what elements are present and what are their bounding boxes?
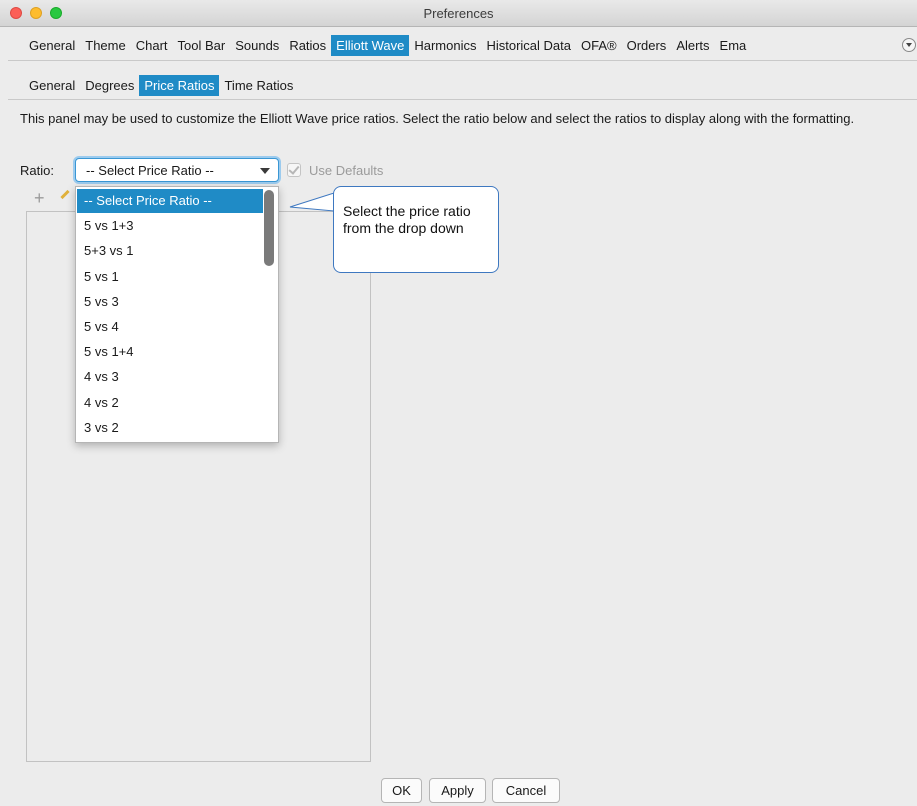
dropdown-option[interactable]: -- Select Price Ratio -- [77,189,263,213]
tab-historical-data[interactable]: Historical Data [481,35,576,56]
dropdown-option[interactable]: 5 vs 4 [77,315,263,339]
divider [8,99,917,100]
tab-general[interactable]: General [24,35,80,56]
elliott-wave-subtab-bar: General Degrees Price Ratios Time Ratios [24,74,298,96]
subtab-price-ratios[interactable]: Price Ratios [139,74,220,96]
subtab-degrees[interactable]: Degrees [80,75,139,96]
subtab-time-ratios[interactable]: Time Ratios [219,75,298,96]
dropdown-option[interactable]: 5+3 vs 1 [77,239,263,263]
dropdown-scrollbar[interactable] [264,190,274,266]
tab-chart[interactable]: Chart [131,35,173,56]
tab-ofa-[interactable]: OFA® [576,35,622,56]
title-bar: Preferences [0,0,917,27]
subtab-general[interactable]: General [24,75,80,96]
divider [8,60,917,61]
tab-ema[interactable]: Ema [715,35,752,56]
tab-harmonics[interactable]: Harmonics [409,35,481,56]
use-defaults-label: Use Defaults [309,163,384,178]
dropdown-option[interactable]: 5 vs 1 [77,265,263,289]
window-title: Preferences [423,6,494,21]
apply-button[interactable]: Apply [429,778,486,803]
dropdown-option[interactable]: 5 vs 1+3 [77,214,263,238]
tab-sounds[interactable]: Sounds [230,35,284,56]
dropdown-option[interactable]: 5 vs 1+4 [77,340,263,364]
dropdown-option[interactable]: 4 vs 2 [77,391,263,415]
dropdown-option[interactable]: 4 vs 3 [77,365,263,389]
cancel-button[interactable]: Cancel [492,778,560,803]
callout-text: Select the price ratio from the drop dow… [343,203,471,236]
use-defaults-checkbox[interactable] [287,163,301,177]
tab-tool-bar[interactable]: Tool Bar [173,35,231,56]
tab-alerts[interactable]: Alerts [671,35,714,56]
dropdown-option[interactable]: 3 vs 2 [77,416,263,440]
edit-pencil-icon[interactable] [60,189,70,200]
dropdown-option[interactable]: 5 vs 3 [77,290,263,314]
tab-theme[interactable]: Theme [80,35,130,56]
ratio-select-value: -- Select Price Ratio -- [86,163,214,178]
add-icon[interactable]: + [34,189,45,207]
tab-elliott-wave[interactable]: Elliott Wave [331,34,410,56]
callout-pointer [289,193,335,212]
preferences-tab-bar: General Theme Chart Tool Bar Sounds Ratios Ell… [24,34,751,56]
ratio-select[interactable]: -- Select Price Ratio -- [75,158,279,182]
tab-ratios[interactable]: Ratios [284,35,331,56]
tab-orders[interactable]: Orders [622,35,672,56]
dropdown-arrow-icon [260,168,270,174]
more-tabs-chevron-icon[interactable] [902,38,916,52]
panel-description: This panel may be used to customize the … [20,111,855,126]
help-callout: Select the price ratio from the drop dow… [333,186,499,273]
ok-button[interactable]: OK [381,778,422,803]
ratio-label: Ratio: [20,163,54,178]
ratio-dropdown-menu[interactable]: -- Select Price Ratio -- 5 vs 1+3 5+3 vs 1… [75,186,279,443]
